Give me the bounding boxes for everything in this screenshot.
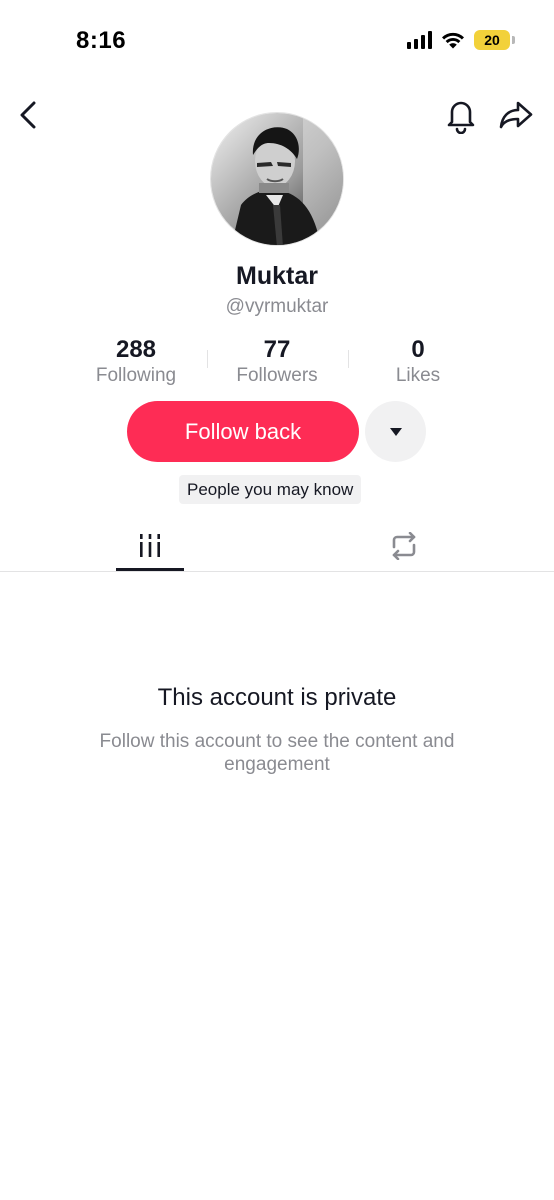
people-you-may-know-chip[interactable]: People you may know: [179, 475, 362, 504]
tab-reposts[interactable]: [370, 522, 438, 570]
chevron-left-icon: [20, 101, 36, 129]
share-arrow-icon: [499, 101, 533, 129]
battery-level: 20: [484, 32, 500, 48]
status-icons: 20: [407, 30, 515, 50]
following-label: Following: [95, 365, 177, 386]
wifi-icon: [442, 32, 464, 49]
tab-videos[interactable]: [116, 522, 184, 570]
avatar[interactable]: [210, 112, 344, 246]
caret-down-icon: [389, 427, 402, 436]
grid-lines-icon: [140, 534, 160, 557]
avatar-photo: [211, 113, 343, 245]
username: @vyrmuktar: [225, 296, 329, 317]
suggested-accounts-button[interactable]: [365, 401, 426, 462]
followers-count: 77: [263, 336, 291, 363]
battery-icon: 20: [474, 30, 515, 50]
likes-label: Likes: [395, 365, 441, 386]
following-count: 288: [115, 336, 157, 363]
share-button[interactable]: [498, 98, 534, 132]
stat-divider: [348, 350, 349, 368]
repost-icon: [392, 532, 416, 560]
profile-screen: 8:16 20 Muktar @vyrmuktar 288 Following …: [0, 0, 554, 1200]
private-account-title: This account is private: [157, 684, 397, 711]
back-button[interactable]: [14, 98, 44, 132]
cellular-signal-icon: [407, 31, 432, 49]
stat-divider: [207, 350, 208, 368]
display-name: Muktar: [236, 262, 318, 290]
stat-followers[interactable]: 77 Followers: [212, 336, 342, 388]
follow-back-button[interactable]: Follow back: [127, 401, 359, 462]
private-account-description: Follow this account to see the content a…: [99, 731, 455, 775]
notifications-button[interactable]: [444, 96, 478, 135]
stat-following[interactable]: 288 Following: [71, 336, 201, 388]
status-time: 8:16: [76, 27, 127, 54]
followers-label: Followers: [236, 365, 318, 386]
stat-likes[interactable]: 0 Likes: [353, 336, 483, 388]
likes-count: 0: [411, 336, 425, 363]
tabs-divider: [0, 571, 554, 572]
bell-icon: [447, 101, 475, 135]
